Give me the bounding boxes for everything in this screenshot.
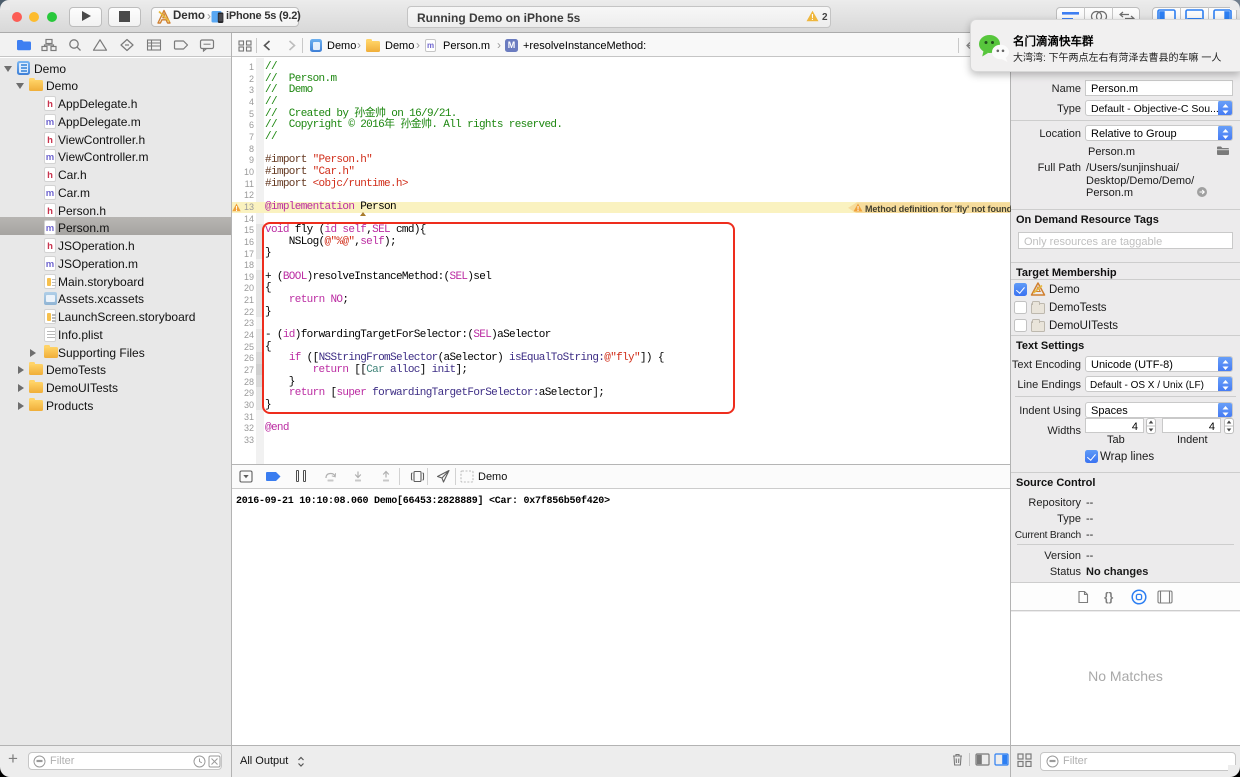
svg-text:!: ! bbox=[857, 206, 859, 212]
svg-text:!: ! bbox=[811, 13, 814, 22]
